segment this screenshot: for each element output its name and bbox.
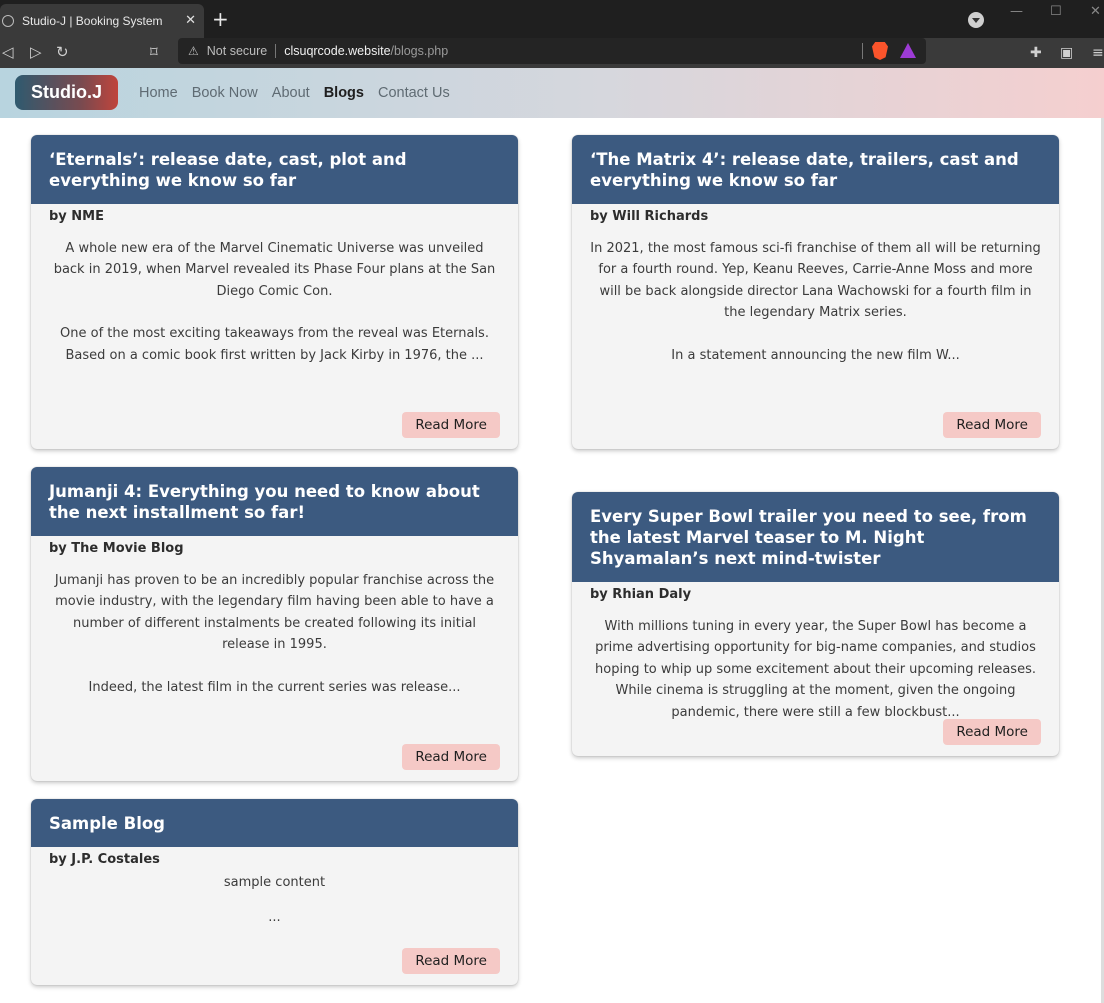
address-end-divider <box>862 43 863 59</box>
not-secure-label[interactable]: Not secure <box>207 44 267 58</box>
url-host[interactable]: clsuqrcode.website <box>284 44 390 58</box>
blog-excerpt: In 2021, the most famous sci-fi franchis… <box>572 224 1059 366</box>
read-more-button[interactable]: Read More <box>402 744 500 770</box>
blog-author: by J.P. Costales <box>49 852 160 867</box>
nav-blogs[interactable]: Blogs <box>324 85 364 101</box>
nav-home[interactable]: Home <box>139 85 178 101</box>
warning-icon[interactable]: ⚠ <box>188 44 199 58</box>
blog-author: by NME <box>49 209 105 224</box>
read-more-button[interactable]: Read More <box>943 412 1041 438</box>
new-tab-button[interactable]: + <box>212 9 229 29</box>
tab-search-icon[interactable] <box>968 12 984 28</box>
blog-title: ‘Eternals’: release date, cast, plot and… <box>31 135 518 204</box>
back-icon[interactable]: ◁ <box>2 42 14 62</box>
address-divider <box>275 44 277 58</box>
bookmark-icon[interactable]: ⌑ <box>150 42 158 62</box>
brave-shields-icon[interactable] <box>872 42 888 60</box>
read-more-button[interactable]: Read More <box>402 412 500 438</box>
blog-title: ‘The Matrix 4’: release date, trailers, … <box>572 135 1059 204</box>
blog-paragraph: With millions tuning in every year, the … <box>595 619 1036 720</box>
blog-excerpt: sample content ... <box>31 867 518 927</box>
tab-title: Studio-J | Booking System <box>22 14 163 28</box>
browser-tab-bar: Studio-J | Booking System ✕ + — ☐ ✕ <box>0 0 1104 38</box>
blog-author: by Rhian Daly <box>590 587 692 602</box>
site-logo[interactable]: Studio.J <box>15 75 118 110</box>
blog-paragraph: In a statement announcing the new film W… <box>671 347 960 363</box>
blog-card: Every Super Bowl trailer you need to see… <box>572 492 1059 756</box>
blog-paragraph: Jumanji has proven to be an incredibly p… <box>54 573 495 653</box>
read-more-button[interactable]: Read More <box>402 948 500 974</box>
maximize-icon[interactable]: ☐ <box>1050 4 1062 19</box>
extensions-icon[interactable]: ✚ <box>1030 45 1042 61</box>
nav-about[interactable]: About <box>272 85 310 101</box>
forward-icon[interactable]: ▷ <box>30 42 42 62</box>
blog-paragraph: One of the most exciting takeaways from … <box>60 326 489 363</box>
blog-excerpt: A whole new era of the Marvel Cinematic … <box>31 224 518 366</box>
blog-card: Jumanji 4: Everything you need to know a… <box>31 467 518 781</box>
blog-title: Jumanji 4: Everything you need to know a… <box>31 467 518 536</box>
blog-title: Every Super Bowl trailer you need to see… <box>572 492 1059 582</box>
blog-paragraph: ... <box>268 910 281 925</box>
brave-rewards-icon[interactable] <box>900 43 916 58</box>
blog-paragraph: sample content <box>223 875 326 890</box>
close-window-icon[interactable]: ✕ <box>1090 4 1101 19</box>
menu-icon[interactable]: ≡ <box>1092 45 1104 61</box>
globe-icon <box>2 15 14 27</box>
nav-contact-us[interactable]: Contact Us <box>378 85 450 101</box>
blog-card: Sample Blog by J.P. Costales sample cont… <box>31 799 518 985</box>
close-tab-icon[interactable]: ✕ <box>185 13 196 28</box>
browser-tab[interactable]: Studio-J | Booking System ✕ <box>0 4 204 38</box>
blog-excerpt: Jumanji has proven to be an incredibly p… <box>31 556 518 698</box>
wallet-icon[interactable]: ▣ <box>1060 45 1073 61</box>
blog-title: Sample Blog <box>31 799 518 847</box>
reload-icon[interactable]: ↻ <box>56 42 69 62</box>
blog-paragraph: In 2021, the most famous sci-fi franchis… <box>590 241 1041 321</box>
site-header: Studio.J Home Book Now About Blogs Conta… <box>0 68 1104 118</box>
read-more-button[interactable]: Read More <box>943 719 1041 745</box>
url-path[interactable]: /blogs.php <box>391 44 449 58</box>
minimize-icon[interactable]: — <box>1010 4 1023 19</box>
main-nav: Home Book Now About Blogs Contact Us <box>139 85 450 101</box>
blog-author: by The Movie Blog <box>49 541 184 556</box>
blog-paragraph: A whole new era of the Marvel Cinematic … <box>53 241 496 299</box>
blog-card: ‘Eternals’: release date, cast, plot and… <box>31 135 518 449</box>
nav-book-now[interactable]: Book Now <box>192 85 258 101</box>
address-bar[interactable]: ⚠ Not secure clsuqrcode.website /blogs.p… <box>178 38 926 64</box>
blog-paragraph: Indeed, the latest film in the current s… <box>88 679 461 695</box>
blog-excerpt: With millions tuning in every year, the … <box>572 602 1059 723</box>
blog-author: by Will Richards <box>590 209 709 224</box>
blog-card: ‘The Matrix 4’: release date, trailers, … <box>572 135 1059 449</box>
